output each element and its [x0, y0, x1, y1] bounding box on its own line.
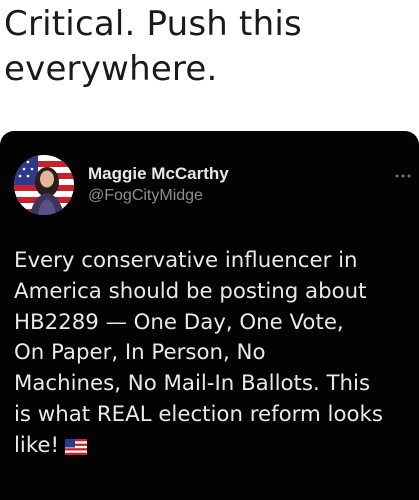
- caption-line-2: everywhere.: [4, 49, 218, 89]
- tweet-card[interactable]: Maggie McCarthy @FogCityMidge Every cons…: [0, 131, 419, 500]
- us-flag-icon: [65, 434, 88, 465]
- tweet-line: On Paper, In Person, No: [14, 340, 266, 366]
- author-handle[interactable]: @FogCityMidge: [88, 187, 203, 205]
- tweet-text: Every conservative influencer in America…: [14, 246, 414, 465]
- tweet-line: Every conservative influencer in: [14, 248, 358, 273]
- caption-text: Critical. Push this everywhere.: [4, 2, 414, 92]
- tweet-line: America should be posting about: [14, 278, 367, 304]
- tweet-line: is what REAL election reform looks: [14, 401, 383, 427]
- avatar-image: [14, 155, 74, 215]
- tweet-line: HB2289 — One Day, One Vote,: [14, 309, 344, 335]
- tweet-line: Machines, No Mail-In Ballots. This: [14, 371, 371, 397]
- avatar[interactable]: [14, 155, 74, 215]
- more-options-icon[interactable]: [395, 167, 411, 181]
- caption-line-1: Critical. Push this: [4, 4, 302, 44]
- author-name[interactable]: Maggie McCarthy: [88, 164, 229, 184]
- more-horizontal-icon: [395, 174, 411, 178]
- tweet-line-last: like!: [14, 431, 414, 465]
- tweet-line-text: like!: [14, 432, 60, 458]
